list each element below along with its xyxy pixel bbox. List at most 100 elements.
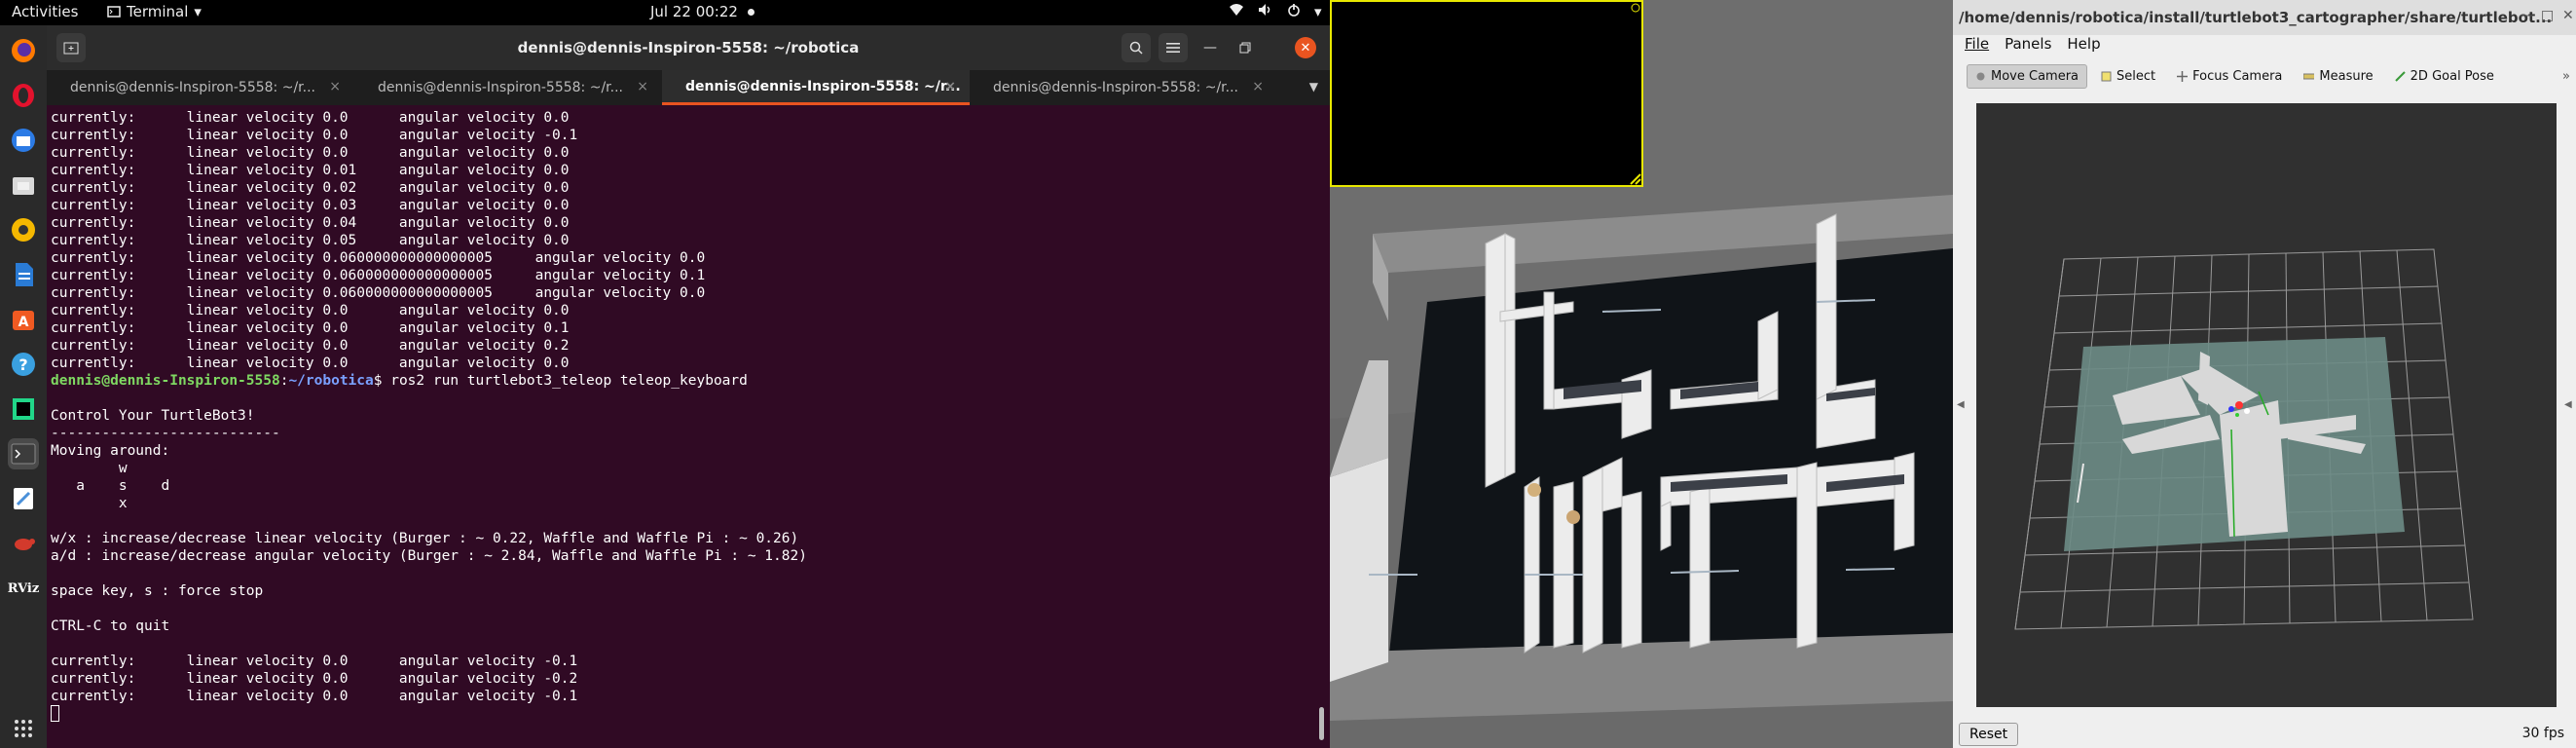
close-tab-icon[interactable]: × (329, 79, 341, 94)
close-tab-icon[interactable]: × (944, 79, 956, 94)
left-panel-handle-icon[interactable]: ◀ (1957, 399, 1965, 410)
2d-goal-pose-tool[interactable]: 2D Goal Pose (2387, 65, 2502, 88)
tab-label: dennis@dennis-Inspiron-5558: ~/r... (378, 80, 623, 95)
clock-label: Jul 22 00:22 (650, 3, 738, 20)
terminal-app-icon (107, 6, 121, 18)
output-line: currently: linear velocity 0.0 angular v… (51, 338, 570, 354)
minimize-icon: — (1203, 40, 1217, 56)
close-tab-icon[interactable]: × (1252, 79, 1264, 94)
terminal-output[interactable]: currently: linear velocity 0.0 angular v… (51, 109, 1316, 742)
ros-turtle-icon[interactable] (8, 528, 39, 559)
maximize-button[interactable] (1231, 33, 1260, 62)
app-menu[interactable]: Terminal ▾ (107, 3, 202, 20)
camera-overlay-window[interactable] (1330, 0, 1643, 187)
toolbar-overflow-icon[interactable]: » (2562, 69, 2570, 84)
terminal-header: dennis@dennis-Inspiron-5558: ~/robotica … (47, 25, 1330, 70)
focus-camera-icon (2177, 70, 2189, 82)
tab-bar: dennis@dennis-Inspiron-5558: ~/r... × de… (47, 70, 1330, 105)
output-line: currently: linear velocity 0.03 angular … (51, 198, 570, 213)
output-line: w/x : increase/decrease linear velocity … (51, 531, 799, 546)
terminal-tab-3[interactable]: dennis@dennis-Inspiron-5558: ~/r... × (662, 70, 970, 105)
tab-label: dennis@dennis-Inspiron-5558: ~/r... (685, 78, 961, 94)
output-line: a/d : increase/decrease angular velocity… (51, 548, 807, 564)
search-button[interactable] (1122, 33, 1151, 62)
focus-camera-tool[interactable]: Focus Camera (2169, 65, 2290, 88)
terminal-tab-2[interactable]: dennis@dennis-Inspiron-5558: ~/r... × (354, 70, 662, 105)
prompt-path: ~/robotica (288, 373, 374, 389)
text-editor-icon[interactable] (8, 483, 39, 514)
thunderbird-icon[interactable] (8, 125, 39, 156)
output-line: --------------------------- (51, 426, 280, 441)
output-line: currently: linear velocity 0.0 angular v… (51, 145, 570, 161)
chevron-down-icon: ▾ (1314, 3, 1322, 20)
rviz-title-bar: /home/dennis/robotica/install/turtlebot3… (1953, 0, 2576, 35)
dock: A ? RViz (0, 25, 47, 748)
terminal-window: dennis@dennis-Inspiron-5558: ~/robotica … (47, 25, 1330, 748)
terminal-tab-4[interactable]: dennis@dennis-Inspiron-5558: ~/r... × (970, 70, 1277, 105)
close-icon[interactable]: ✕ (2562, 8, 2574, 23)
output-line: currently: linear velocity 0.02 angular … (51, 180, 570, 196)
firefox-icon[interactable] (8, 35, 39, 66)
minimize-button[interactable]: — (1196, 33, 1225, 62)
tool-label: Move Camera (1991, 68, 2079, 84)
output-line: currently: linear velocity 0.0 angular v… (51, 355, 570, 371)
svg-text:A: A (18, 315, 29, 330)
output-line: currently: linear velocity 0.0 angular v… (51, 671, 578, 687)
show-apps-icon[interactable] (8, 713, 39, 744)
system-tray[interactable]: ▾ (1229, 3, 1322, 20)
output-line: currently: linear velocity 0.0 angular v… (51, 303, 570, 318)
files-icon[interactable] (8, 169, 39, 201)
clock[interactable]: Jul 22 00:22 (650, 3, 754, 20)
hamburger-menu-icon (1166, 43, 1180, 53)
reset-button[interactable]: Reset (1959, 723, 2019, 746)
notification-dot-icon (747, 8, 754, 16)
pycharm-icon[interactable] (8, 393, 39, 425)
chevron-down-icon: ▾ (194, 3, 202, 20)
terminal-icon[interactable] (8, 438, 39, 469)
terminal-cursor (51, 705, 59, 722)
output-line: currently: linear velocity 0.06000000000… (51, 285, 706, 301)
rhythmbox-icon[interactable] (8, 214, 39, 245)
output-line: currently: linear velocity 0.04 angular … (51, 215, 570, 231)
close-tab-icon[interactable]: × (637, 79, 648, 94)
output-lines-after: Control Your TurtleBot3! ----------------… (51, 390, 1316, 705)
move-camera-tool[interactable]: Move Camera (1967, 63, 2088, 89)
menu-button[interactable] (1159, 33, 1188, 62)
output-lines-before: currently: linear velocity 0.0 angular v… (51, 109, 1316, 372)
gazebo-3d-view[interactable] (1330, 0, 1953, 748)
rviz-icon[interactable]: RViz (8, 573, 40, 604)
activities-button[interactable]: Activities (12, 3, 78, 20)
menu-file[interactable]: File (1965, 35, 1989, 56)
close-button[interactable]: ✕ (1295, 37, 1316, 58)
tab-list-chevron-icon[interactable]: ▼ (1309, 80, 1318, 94)
right-panel-handle-icon[interactable]: ◀ (2564, 399, 2572, 410)
terminal-scrollbar[interactable] (1319, 707, 1324, 740)
output-line: x (51, 496, 128, 511)
terminal-tab-1[interactable]: dennis@dennis-Inspiron-5558: ~/r... × (47, 70, 354, 105)
libreoffice-writer-icon[interactable] (8, 259, 39, 290)
output-line: currently: linear velocity 0.0 angular v… (51, 654, 578, 669)
tab-label: dennis@dennis-Inspiron-5558: ~/r... (993, 80, 1238, 95)
measure-tool[interactable]: Measure (2296, 65, 2380, 88)
opera-icon[interactable] (8, 80, 39, 111)
search-icon (1129, 41, 1143, 55)
select-tool[interactable]: Select (2093, 65, 2163, 88)
rviz-window-title: /home/dennis/robotica/install/turtlebot3… (1959, 9, 2553, 26)
tool-label: 2D Goal Pose (2410, 68, 2494, 84)
ubuntu-software-icon[interactable]: A (8, 304, 39, 335)
output-line: Control Your TurtleBot3! (51, 408, 255, 424)
command-prompt-line: dennis@dennis-Inspiron-5558:~/robotica$ … (51, 372, 1316, 390)
minimize-icon[interactable]: — (2520, 8, 2533, 23)
rviz-3d-viewport[interactable] (1976, 103, 2557, 707)
maximize-icon[interactable]: □ (2541, 8, 2554, 23)
rviz-status-bar: Reset 30 fps (1953, 717, 2576, 748)
output-line: currently: linear velocity 0.0 angular v… (51, 320, 570, 336)
help-icon[interactable]: ? (8, 349, 39, 380)
menu-help[interactable]: Help (2067, 35, 2100, 56)
output-line: space key, s : force stop (51, 583, 264, 599)
menu-panels[interactable]: Panels (2005, 35, 2051, 56)
rviz-toolbar: Move Camera Select Focus Camera Measure … (1953, 60, 2576, 92)
